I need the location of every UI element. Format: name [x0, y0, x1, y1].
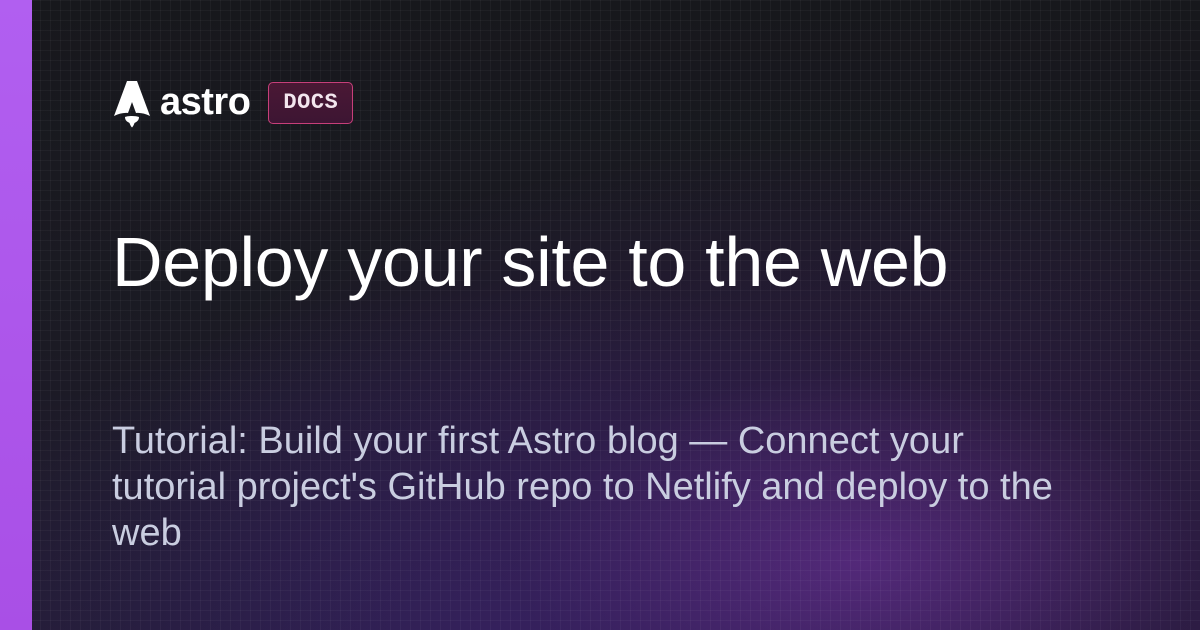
brand-header: astro DOCS [112, 80, 354, 128]
subtitle-prefix: Tutorial: Build your first Astro blog [112, 420, 679, 462]
page-title: Deploy your site to the web [112, 223, 949, 301]
accent-bar [0, 0, 32, 630]
subtitle-separator: — [678, 420, 738, 462]
social-card: astro DOCS Deploy your site to the web T… [0, 0, 1200, 630]
docs-badge: DOCS [268, 82, 354, 124]
astro-rocket-icon [114, 81, 150, 128]
page-subtitle: Tutorial: Build your first Astro blog — … [112, 418, 1072, 556]
brand-wordmark: astro [160, 81, 251, 123]
